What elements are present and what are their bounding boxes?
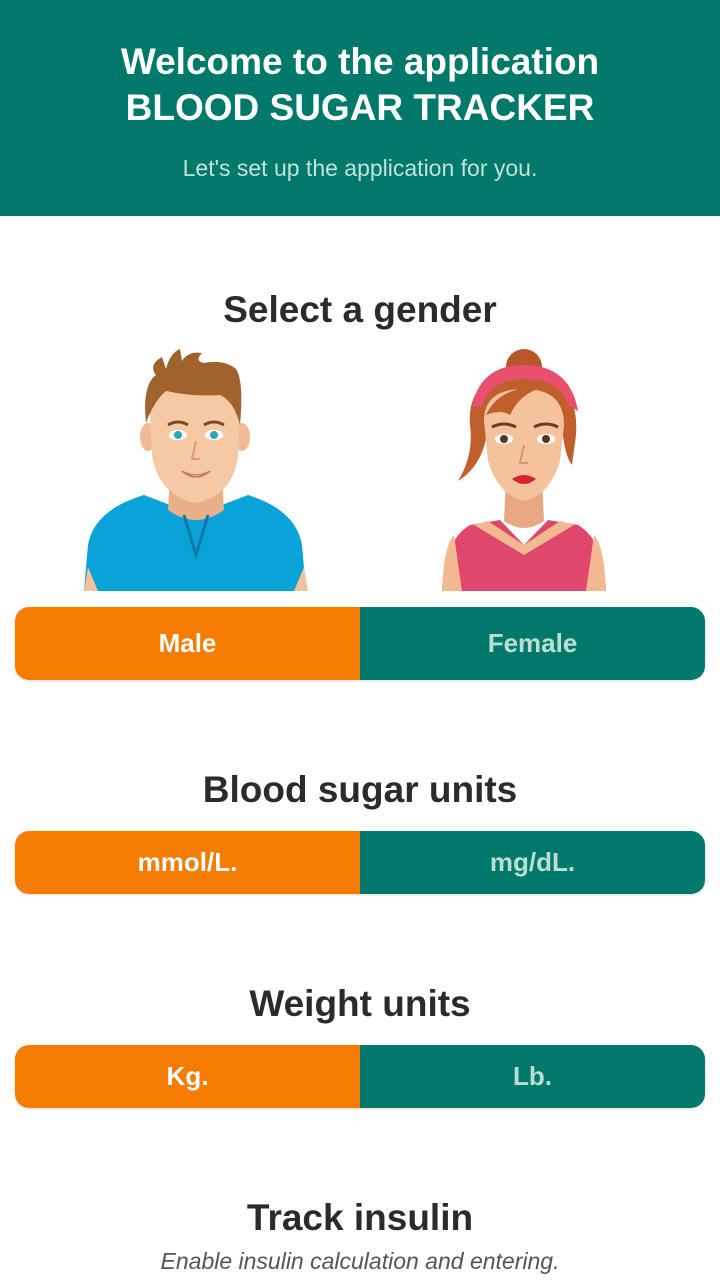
male-avatar-image[interactable] bbox=[84, 345, 308, 591]
setup-subtitle: Let's set up the application for you. bbox=[182, 155, 538, 181]
lb-option-button[interactable]: Lb. bbox=[360, 1045, 705, 1108]
mgdl-option-button[interactable]: mg/dL. bbox=[360, 831, 705, 894]
track-insulin-subtitle: Enable insulin calculation and entering. bbox=[160, 1248, 560, 1274]
weight-units-title: Weight units bbox=[249, 983, 471, 1024]
track-insulin-title: Track insulin bbox=[246, 1197, 474, 1238]
gender-toggle: Male Female bbox=[15, 607, 705, 680]
male-option-button[interactable]: Male bbox=[15, 607, 360, 680]
kg-option-button[interactable]: Kg. bbox=[15, 1045, 360, 1108]
sugar-units-title: Blood sugar units bbox=[202, 769, 518, 810]
female-option-button[interactable]: Female bbox=[360, 607, 705, 680]
app-name-title: BLOOD SUGAR TRACKER bbox=[125, 87, 595, 128]
welcome-title: Welcome to the application bbox=[120, 41, 600, 82]
gender-section-title: Select a gender bbox=[223, 289, 497, 330]
app-header: Welcome to the application BLOOD SUGAR T… bbox=[0, 0, 720, 216]
mmol-option-button[interactable]: mmol/L. bbox=[15, 831, 360, 894]
weight-units-toggle: Kg. Lb. bbox=[15, 1045, 705, 1108]
sugar-units-toggle: mmol/L. mg/dL. bbox=[15, 831, 705, 894]
female-avatar-image[interactable] bbox=[440, 345, 608, 591]
